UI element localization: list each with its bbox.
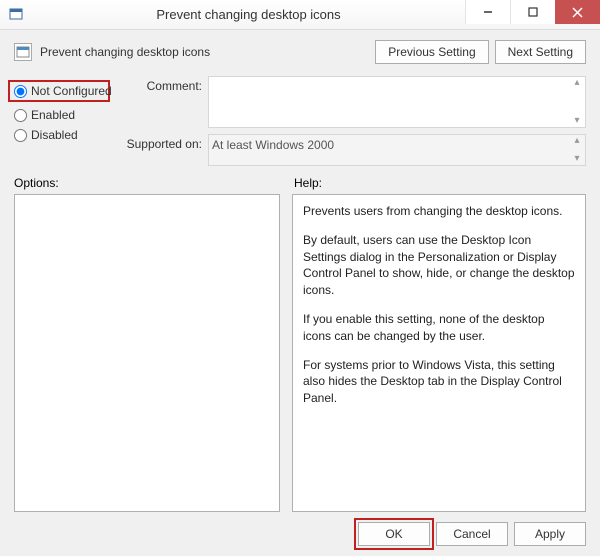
help-panel[interactable]: Prevents users from changing the desktop… <box>292 194 586 512</box>
supported-value: At least Windows 2000 <box>212 138 334 152</box>
supported-label: Supported on: <box>120 134 202 151</box>
help-text-p3: If you enable this setting, none of the … <box>303 311 575 345</box>
header-row: Prevent changing desktop icons Previous … <box>14 40 586 64</box>
minimize-button[interactable] <box>465 0 510 24</box>
close-button[interactable] <box>555 0 600 24</box>
radio-enabled-input[interactable] <box>14 109 27 122</box>
help-label: Help: <box>294 176 586 190</box>
cancel-button[interactable]: Cancel <box>436 522 508 546</box>
window-title: Prevent changing desktop icons <box>32 7 465 22</box>
comment-scrollbar[interactable]: ▴▾ <box>569 77 585 127</box>
window-controls <box>465 0 600 29</box>
help-text-p2: By default, users can use the Desktop Ic… <box>303 232 575 299</box>
help-text-p1: Prevents users from changing the desktop… <box>303 203 575 220</box>
comment-label: Comment: <box>120 76 202 93</box>
comment-textarea[interactable]: ▴▾ <box>208 76 586 128</box>
content-area: Prevent changing desktop icons Previous … <box>0 30 600 556</box>
ok-button[interactable]: OK <box>358 522 430 546</box>
app-icon <box>8 7 24 23</box>
radio-disabled-input[interactable] <box>14 129 27 142</box>
titlebar: Prevent changing desktop icons <box>0 0 600 30</box>
form-column: Comment: ▴▾ Supported on: At least Windo… <box>120 76 586 166</box>
radio-not-configured-input[interactable] <box>14 85 27 98</box>
panel-labels-row: Options: Help: <box>14 176 586 190</box>
supported-textarea: At least Windows 2000 ▴▾ <box>208 134 586 166</box>
radio-not-configured[interactable]: Not Configured <box>8 80 110 102</box>
maximize-button[interactable] <box>510 0 555 24</box>
radio-disabled-label: Disabled <box>31 128 78 142</box>
policy-icon <box>14 43 32 61</box>
options-panel[interactable] <box>14 194 280 512</box>
radio-enabled[interactable]: Enabled <box>14 108 110 122</box>
settings-row: Not Configured Enabled Disabled Comment:… <box>14 76 586 166</box>
policy-title: Prevent changing desktop icons <box>40 45 375 59</box>
radio-enabled-label: Enabled <box>31 108 75 122</box>
radio-not-configured-label: Not Configured <box>31 84 112 98</box>
supported-scrollbar[interactable]: ▴▾ <box>569 135 585 165</box>
next-setting-button[interactable]: Next Setting <box>495 40 586 64</box>
help-text-p4: For systems prior to Windows Vista, this… <box>303 357 575 407</box>
apply-button[interactable]: Apply <box>514 522 586 546</box>
options-label: Options: <box>14 176 280 190</box>
panels-row: Prevents users from changing the desktop… <box>14 194 586 512</box>
footer-buttons: OK Cancel Apply <box>14 512 586 546</box>
radio-column: Not Configured Enabled Disabled <box>14 76 110 166</box>
previous-setting-button[interactable]: Previous Setting <box>375 40 488 64</box>
radio-disabled[interactable]: Disabled <box>14 128 110 142</box>
